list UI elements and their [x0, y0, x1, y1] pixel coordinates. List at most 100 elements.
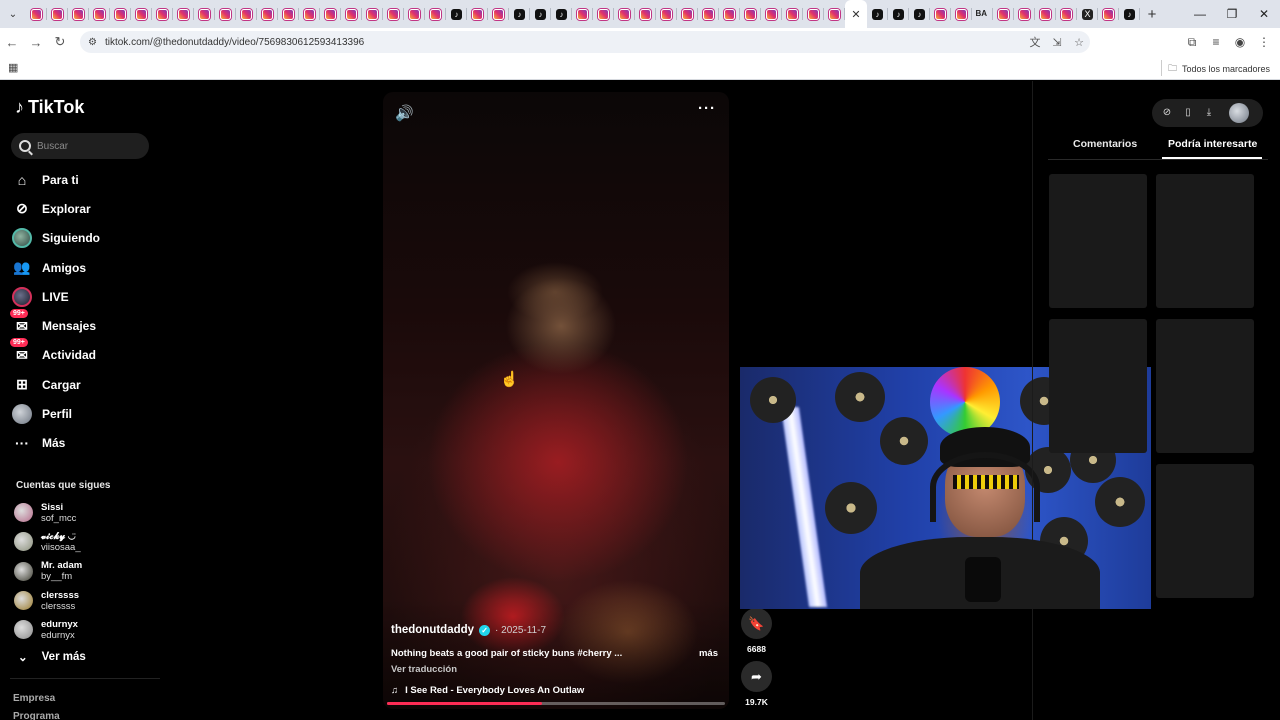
- video-progress-bar[interactable]: [387, 702, 725, 705]
- apps-grid-icon[interactable]: ▦: [8, 61, 18, 74]
- caption-more-link[interactable]: más: [699, 648, 718, 659]
- browser-tab[interactable]: [572, 0, 593, 28]
- back-icon[interactable]: ←: [0, 35, 24, 50]
- browser-tab[interactable]: [614, 0, 635, 28]
- browser-tab[interactable]: [761, 0, 782, 28]
- browser-tab[interactable]: [824, 0, 845, 28]
- recommended-video-thumb[interactable]: [1049, 174, 1147, 308]
- sidebar-item-explorar[interactable]: ⊘ Explorar: [12, 194, 152, 223]
- search-box[interactable]: [11, 133, 149, 159]
- sidebar-item-mensajes[interactable]: ✉ 99+ Mensajes: [10, 309, 152, 340]
- all-bookmarks-button[interactable]: 🗀 Todos los marcadores: [1168, 61, 1270, 77]
- browser-tab[interactable]: [1014, 0, 1035, 28]
- browser-tab[interactable]: [341, 0, 362, 28]
- following-account[interactable]: Mr. adam by__fm: [14, 557, 154, 586]
- browser-tab[interactable]: [68, 0, 89, 28]
- browser-tab[interactable]: [593, 0, 614, 28]
- footer-link-programa[interactable]: Programa: [13, 711, 60, 720]
- bookmark-action[interactable]: 🔖 6688: [741, 608, 772, 654]
- browser-tab[interactable]: [194, 0, 215, 28]
- music-row[interactable]: ♫ I See Red - Everybody Loves An Outlaw: [391, 685, 584, 696]
- search-input[interactable]: [37, 140, 137, 152]
- volume-icon[interactable]: 🔊: [395, 104, 414, 122]
- sidebar-item-m-s[interactable]: ··· Más: [12, 429, 152, 458]
- browser-tab[interactable]: ♪: [888, 0, 909, 28]
- sidebar-item-actividad[interactable]: ✉ 99+ Actividad: [10, 338, 152, 370]
- sidebar-item-para-ti[interactable]: ⌂ Para ti: [12, 165, 152, 194]
- reload-icon[interactable]: ↻: [48, 34, 72, 50]
- sidebar-item-cargar[interactable]: ⊞ Cargar: [12, 370, 152, 399]
- following-account[interactable]: edurnyx edurnyx: [14, 615, 154, 644]
- site-info-icon[interactable]: ⚙: [88, 37, 97, 48]
- browser-tab[interactable]: [257, 0, 278, 28]
- browser-tab[interactable]: [782, 0, 803, 28]
- following-account[interactable]: Sissi sof_mcc: [14, 498, 154, 527]
- browser-tab[interactable]: [26, 0, 47, 28]
- browser-tab[interactable]: [656, 0, 677, 28]
- sidebar-item-amigos[interactable]: 👥 Amigos: [12, 253, 152, 282]
- browser-tab[interactable]: [635, 0, 656, 28]
- reading-list-icon[interactable]: ≡: [1204, 35, 1228, 49]
- more-options-icon[interactable]: ···: [698, 100, 716, 117]
- browser-tab[interactable]: BA: [972, 0, 993, 28]
- browser-tab[interactable]: [152, 0, 173, 28]
- browser-tab[interactable]: ♪: [509, 0, 530, 28]
- browser-tab[interactable]: [131, 0, 152, 28]
- recommended-video-thumb[interactable]: [1156, 464, 1254, 598]
- translate-link[interactable]: Ver traducción: [391, 664, 457, 675]
- browser-tab[interactable]: [320, 0, 341, 28]
- restore-icon[interactable]: ❐: [1216, 0, 1248, 28]
- close-window-icon[interactable]: ✕: [1248, 0, 1280, 28]
- browser-tab[interactable]: ♪: [530, 0, 551, 28]
- new-tab-button[interactable]: +: [1140, 6, 1164, 23]
- browser-tab[interactable]: [677, 0, 698, 28]
- browser-tab[interactable]: [1035, 0, 1056, 28]
- extensions-icon[interactable]: ⧉: [1180, 35, 1204, 50]
- url-text[interactable]: tiktok.com/@thedonutdaddy/video/75698306…: [105, 37, 364, 48]
- bookmark-star-icon[interactable]: ☆: [1068, 36, 1090, 49]
- browser-tab[interactable]: [236, 0, 257, 28]
- browser-tab[interactable]: [1056, 0, 1077, 28]
- browser-tab[interactable]: [89, 0, 110, 28]
- translate-icon[interactable]: 文: [1024, 34, 1046, 50]
- coin-icon[interactable]: ⊘: [1160, 106, 1174, 120]
- browser-tab[interactable]: [173, 0, 194, 28]
- browser-menu-icon[interactable]: ⋮: [1252, 35, 1276, 49]
- browser-tab[interactable]: ♪: [1119, 0, 1140, 28]
- browser-tab[interactable]: [110, 0, 131, 28]
- browser-tab[interactable]: [803, 0, 824, 28]
- phone-app-icon[interactable]: ▯: [1181, 106, 1195, 120]
- browser-tab[interactable]: [47, 0, 68, 28]
- browser-tab[interactable]: [383, 0, 404, 28]
- following-account[interactable]: clerssss clerssss: [14, 586, 154, 615]
- install-app-icon[interactable]: ⇲: [1046, 36, 1068, 49]
- following-account[interactable]: 𝓿𝓲𝓬𝓴𝔂 ◡̈ viisosaa_: [14, 527, 154, 556]
- author-name[interactable]: thedonutdaddy: [391, 624, 474, 636]
- tiktok-logo[interactable]: ♪ TikTok: [15, 97, 84, 118]
- browser-tab[interactable]: X: [1077, 0, 1098, 28]
- tab-you-may-like[interactable]: Podría interesarte: [1168, 138, 1257, 150]
- browser-tab[interactable]: [930, 0, 951, 28]
- recommended-video-thumb[interactable]: [1156, 319, 1254, 453]
- share-action[interactable]: ➦ 19.7K: [741, 661, 772, 707]
- browser-tab[interactable]: [698, 0, 719, 28]
- recommended-video-thumb[interactable]: [1156, 174, 1254, 308]
- minimize-icon[interactable]: —: [1184, 0, 1216, 28]
- browser-tab[interactable]: [740, 0, 761, 28]
- bookmark-icon[interactable]: 🔖: [741, 608, 772, 639]
- active-tab-close-icon[interactable]: ✕: [845, 0, 867, 28]
- browser-tab[interactable]: ♪: [446, 0, 467, 28]
- browser-tab[interactable]: [488, 0, 509, 28]
- browser-tab[interactable]: [951, 0, 972, 28]
- see-more-button[interactable]: ⌄ Ver más: [18, 650, 86, 664]
- browser-tab[interactable]: [215, 0, 236, 28]
- browser-tab[interactable]: [425, 0, 446, 28]
- browser-tab[interactable]: [993, 0, 1014, 28]
- sidebar-item-siguiendo[interactable]: Siguiendo: [12, 224, 152, 253]
- forward-icon[interactable]: →: [24, 35, 48, 50]
- browser-tab[interactable]: [467, 0, 488, 28]
- sidebar-item-perfil[interactable]: Perfil: [12, 399, 152, 428]
- recommended-video-thumb[interactable]: [1049, 319, 1147, 453]
- share-icon[interactable]: ➦: [741, 661, 772, 692]
- user-avatar[interactable]: [1229, 103, 1249, 123]
